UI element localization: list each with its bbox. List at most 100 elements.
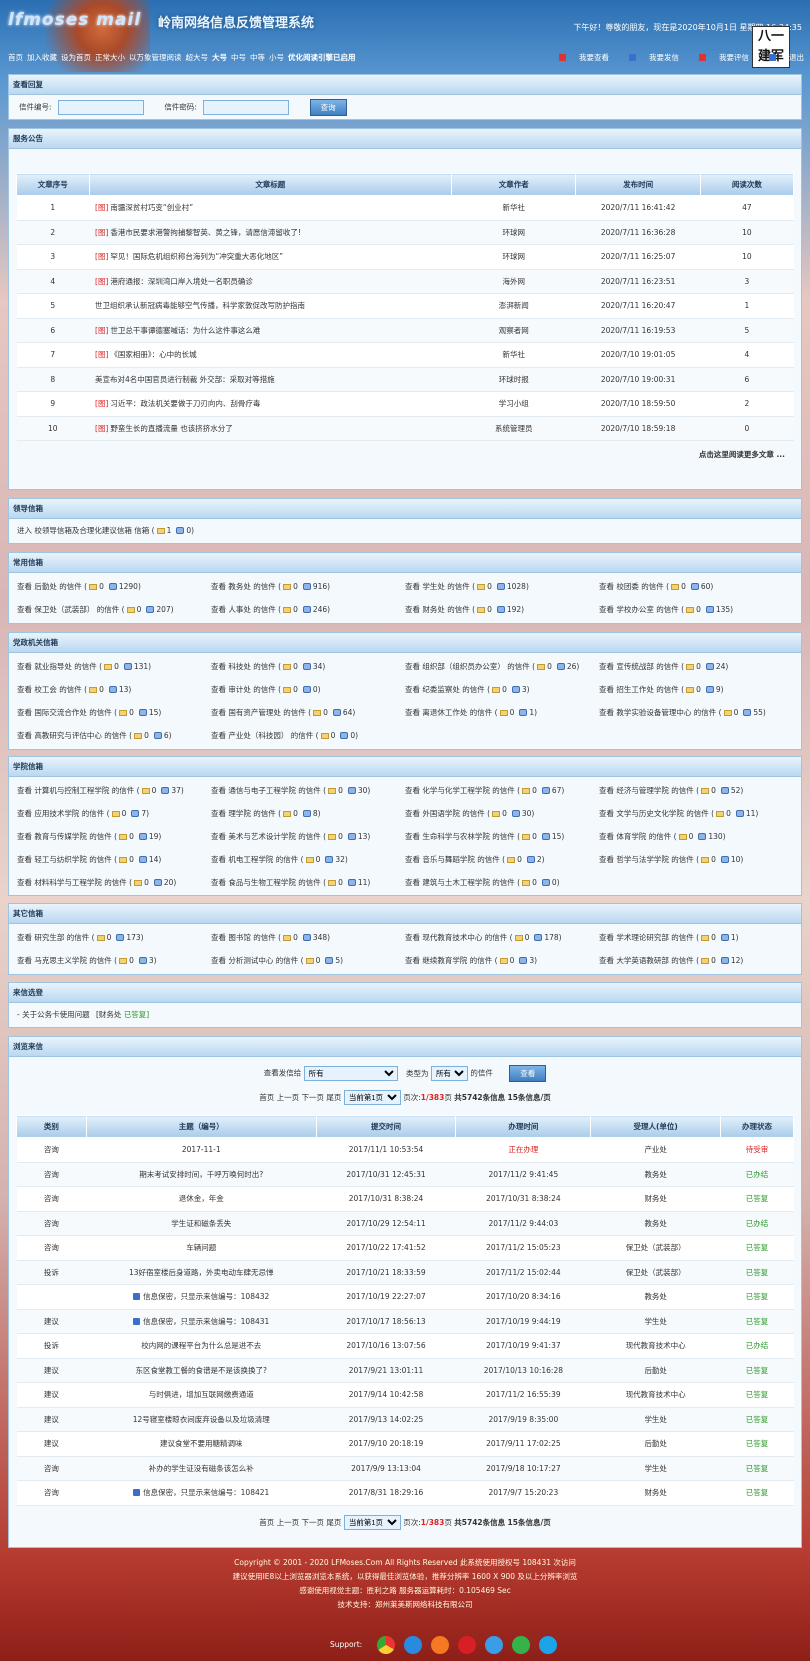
letter-subject-text[interactable]: 与时俱进，增加互联网缴费通道 bbox=[149, 1390, 254, 1399]
letter-subject[interactable]: 车辆问题 bbox=[86, 1235, 317, 1261]
letter-no-input[interactable] bbox=[57, 100, 144, 115]
mailbox-link[interactable]: 查看 离退休工作处 的信件 (0 1) bbox=[405, 707, 599, 718]
table-row[interactable]: 建议 建议食堂不要用糖精调味 2017/9/10 20:18:19 2017/9/11… bbox=[16, 1431, 794, 1457]
top-link[interactable]: 我要查看 bbox=[549, 53, 609, 62]
table-row[interactable]: 7 [图] 《国家相册》：心中的长城 新华社 2020/7/10 19:01:05 4 bbox=[16, 342, 794, 368]
article-title-text[interactable]: 世卫总干事谭德塞喊话：为什么这件事这么难 bbox=[110, 326, 260, 335]
mailbox-link[interactable]: 查看 理学院 的信件 (0 8) bbox=[211, 808, 405, 819]
letter-subject-text[interactable]: 东区食堂教工餐的食谱是不是该换换了? bbox=[135, 1366, 266, 1375]
mailbox-link[interactable]: 查看 组织部（组织员办公室） 的信件 (0 26) bbox=[405, 661, 599, 672]
top-nav-item[interactable]: 首页 bbox=[8, 53, 23, 62]
letter-subject[interactable]: 与时俱进，增加互联网缴费通道 bbox=[86, 1382, 317, 1408]
table-row[interactable]: 投诉 校内网的课程平台为什么总是进不去 2017/10/16 13:07:56 201… bbox=[16, 1333, 794, 1359]
table-row[interactable]: 建议 12号寝室楼晾衣间废弃设备以及垃圾清理 2017/9/13 14:02:25 2… bbox=[16, 1407, 794, 1432]
mailbox-link[interactable]: 查看 生命科学与农林学院 的信件 (0 15) bbox=[405, 831, 599, 842]
article-title[interactable]: [图] 香港市民要求港警拘捕黎智英、黄之锋，请愿信滞留收了! bbox=[89, 220, 452, 245]
mailbox-link[interactable]: 查看 教学实验设备管理中心 的信件 (0 55) bbox=[599, 707, 793, 718]
top-nav-item[interactable]: 优化阅读引擎已启用 bbox=[288, 53, 356, 62]
article-title-text[interactable]: 罕见！国际危机组织称台海列为“冲突重大恶化地区” bbox=[110, 252, 283, 261]
mailbox-link[interactable]: 查看 纪委监察处 的信件 (0 3) bbox=[405, 684, 599, 695]
mailbox-link[interactable]: 查看 外国语学院 的信件 (0 30) bbox=[405, 808, 599, 819]
table-row[interactable]: 10 [图] 野蛮生长的直播流量 也该挤挤水分了 系统管理员 2020/7/10 18:… bbox=[16, 416, 794, 441]
letter-subject-text[interactable]: 校内网的课程平台为什么总是进不去 bbox=[141, 1341, 261, 1350]
article-title[interactable]: [图] 《国家相册》：心中的长城 bbox=[89, 342, 452, 368]
mailbox-link[interactable]: 查看 国有资产管理处 的信件 (0 64) bbox=[211, 707, 405, 718]
recipient-select[interactable]: 所有 bbox=[303, 1065, 398, 1081]
more-articles-link[interactable]: 点击这里阅读更多文章 ... bbox=[9, 441, 801, 460]
letter-subject[interactable]: 13好宿室楼后身道路，外卖电动车肆无忌惮 bbox=[86, 1260, 317, 1285]
article-title-text[interactable]: 世卫组织承认新冠病毒能够空气传播，科学家敦促改写防护指南 bbox=[95, 301, 305, 310]
mailbox-link[interactable]: 查看 学术理论研究部 的信件 (0 1) bbox=[599, 932, 793, 943]
article-title-text[interactable]: 香港市民要求港警拘捕黎智英、黄之锋，请愿信滞留收了! bbox=[110, 228, 301, 237]
mailbox-link[interactable]: 查看 哲学与法学学院 的信件 (0 10) bbox=[599, 854, 793, 865]
mailbox-link[interactable]: 查看 保卫处（武装部） 的信件 (0 207) bbox=[17, 604, 211, 615]
letter-subject[interactable]: 信息保密，只显示来信编号：108421 bbox=[86, 1480, 317, 1506]
letter-subject[interactable]: 学生证和磁条丢失 bbox=[86, 1211, 317, 1236]
letter-subject[interactable]: 校内网的课程平台为什么总是进不去 bbox=[86, 1333, 317, 1359]
mailbox-link[interactable]: 查看 体育学院 的信件 (0 130) bbox=[599, 831, 793, 842]
letter-subject-text[interactable]: 2017-11-1 bbox=[182, 1145, 221, 1154]
article-title-text[interactable]: 习近平：政法机关要做于刀刃向内、刮骨疗毒 bbox=[110, 399, 260, 408]
top-nav-item[interactable]: 加入收藏 bbox=[27, 53, 57, 62]
top-link[interactable]: 我要发信 bbox=[619, 53, 679, 62]
article-title[interactable]: [图] 习近平：政法机关要做于刀刃向内、刮骨疗毒 bbox=[89, 391, 452, 417]
letter-subject[interactable]: 建议食堂不要用糖精调味 bbox=[86, 1431, 317, 1457]
letter-subject-text[interactable]: 退休金，年金 bbox=[179, 1194, 224, 1203]
letter-subject-text[interactable]: 信息保密，只显示来信编号：108431 bbox=[143, 1317, 269, 1326]
mailbox-link[interactable]: 查看 分析测试中心 的信件 (0 5) bbox=[211, 955, 405, 966]
article-title-text[interactable]: 《国家相册》：心中的长城 bbox=[110, 350, 196, 359]
letter-subject[interactable]: 东区食堂教工餐的食谱是不是该换换了? bbox=[86, 1358, 317, 1383]
letter-subject[interactable]: 补办的学生证没有磁条该怎么补 bbox=[86, 1456, 317, 1481]
top-nav-item[interactable]: 小号 bbox=[269, 53, 284, 62]
letter-subject[interactable]: 退休金，年金 bbox=[86, 1186, 317, 1212]
mailbox-link[interactable]: 查看 美术与艺术设计学院 的信件 (0 13) bbox=[211, 831, 405, 842]
article-title[interactable]: 世卫组织承认新冠病毒能够空气传播，科学家敦促改写防护指南 bbox=[89, 293, 452, 319]
type-select[interactable]: 所有 bbox=[430, 1065, 468, 1081]
mailbox-link[interactable]: 查看 轻工与纺织学院 的信件 (0 14) bbox=[17, 854, 211, 865]
article-title-text[interactable]: 南疆深贫村巧变“创业村” bbox=[110, 203, 193, 212]
table-row[interactable]: 咨询 车辆问题 2017/10/22 17:41:52 2017/11/2 15:05… bbox=[16, 1235, 794, 1261]
page-select[interactable]: 当前第1页 bbox=[343, 1090, 401, 1105]
table-row[interactable]: 5 世卫组织承认新冠病毒能够空气传播，科学家敦促改写防护指南 澎湃新闻 2020/7/… bbox=[16, 293, 794, 319]
mailbox-link[interactable]: 查看 化学与化学工程学院 的信件 (0 67) bbox=[405, 785, 599, 796]
mailbox-link[interactable]: 查看 应用技术学院 的信件 (0 7) bbox=[17, 808, 211, 819]
letter-subject-text[interactable]: 13好宿室楼后身道路，外卖电动车肆无忌惮 bbox=[129, 1268, 274, 1277]
article-title[interactable]: 美宣布对4名中国官员进行制裁 外交部：采取对等措施 bbox=[89, 367, 452, 392]
mailbox-link[interactable]: 查看 产业处（科技园） 的信件 (0 0) bbox=[211, 730, 405, 741]
letter-subject[interactable]: 信息保密，只显示来信编号：108431 bbox=[86, 1309, 317, 1334]
table-row[interactable]: 1 [图] 南疆深贫村巧变“创业村” 新华社 2020/7/11 16:41:42 47 bbox=[16, 195, 794, 221]
letter-subject-text[interactable]: 建议食堂不要用糖精调味 bbox=[160, 1439, 243, 1448]
mailbox-link[interactable]: 查看 就业指导处 的信件 (0 131) bbox=[17, 661, 211, 672]
article-title[interactable]: [图] 罕见！国际危机组织称台海列为“冲突重大恶化地区” bbox=[89, 244, 452, 270]
letter-subject-text[interactable]: 补办的学生证没有磁条该怎么补 bbox=[149, 1464, 254, 1473]
mailbox-link[interactable]: 查看 材料科学与工程学院 的信件 (0 20) bbox=[17, 877, 211, 888]
view-button[interactable]: 查看 bbox=[509, 1065, 547, 1082]
letter-subject-text[interactable]: 期末考试安排时间，千呼万唤何时出? bbox=[139, 1170, 263, 1179]
article-title-text[interactable]: 港府通报：深圳湾口岸入境处一名职员确诊 bbox=[110, 277, 253, 286]
mailbox-link[interactable]: 查看 计算机与控制工程学院 的信件 (0 37) bbox=[17, 785, 211, 796]
top-nav-item[interactable]: 中号 bbox=[231, 53, 246, 62]
mailbox-link[interactable]: 查看 人事处 的信件 (0 246) bbox=[211, 604, 405, 615]
mailbox-link[interactable]: 查看 审计处 的信件 (0 0) bbox=[211, 684, 405, 695]
top-nav-item[interactable]: 正常大小 bbox=[95, 53, 125, 62]
mailbox-link[interactable]: 查看 马克思主义学院 的信件 (0 3) bbox=[17, 955, 211, 966]
table-row[interactable]: 信息保密，只显示来信编号：108432 2017/10/19 22:27:07 20… bbox=[16, 1284, 794, 1310]
mailbox-link[interactable]: 查看 教育与传媒学院 的信件 (0 19) bbox=[17, 831, 211, 842]
mailbox-link[interactable]: 查看 大学英语教研部 的信件 (0 12) bbox=[599, 955, 793, 966]
table-row[interactable]: 咨询 信息保密，只显示来信编号：108421 2017/8/31 18:29:16 2… bbox=[16, 1480, 794, 1506]
letter-subject[interactable]: 信息保密，只显示来信编号：108432 bbox=[86, 1284, 317, 1310]
table-row[interactable]: 8 美宣布对4名中国官员进行制裁 外交部：采取对等措施 环球时报 2020/7/10 … bbox=[16, 367, 794, 392]
table-row[interactable]: 建议 信息保密，只显示来信编号：108431 2017/10/17 18:56:13… bbox=[16, 1309, 794, 1334]
table-row[interactable]: 2 [图] 香港市民要求港警拘捕黎智英、黄之锋，请愿信滞留收了! 环球网 2020/7/… bbox=[16, 220, 794, 245]
mailbox-link[interactable]: 查看 食品与生物工程学院 的信件 (0 11) bbox=[211, 877, 405, 888]
query-button[interactable]: 查询 bbox=[309, 99, 347, 116]
top-nav-item[interactable]: 超大号 bbox=[186, 53, 209, 62]
article-title[interactable]: [图] 南疆深贫村巧变“创业村” bbox=[89, 195, 452, 221]
table-row[interactable]: 6 [图] 世卫总干事谭德塞喊话：为什么这件事这么难 观察者网 2020/7/11 16… bbox=[16, 318, 794, 343]
article-title[interactable]: [图] 野蛮生长的直播流量 也该挤挤水分了 bbox=[89, 416, 452, 441]
leader-mailbox-link[interactable]: 进入 校领导信箱及合理化建议信箱 信箱 (1 0) bbox=[9, 519, 801, 542]
mailbox-link[interactable]: 查看 招生工作处 的信件 (0 9) bbox=[599, 684, 793, 695]
table-row[interactable]: 建议 与时俱进，增加互联网缴费通道 2017/9/14 10:42:58 2017/1… bbox=[16, 1382, 794, 1408]
pager-links[interactable]: 首页 上一页 下一页 尾页 bbox=[259, 1518, 341, 1527]
password-input[interactable] bbox=[203, 100, 290, 115]
